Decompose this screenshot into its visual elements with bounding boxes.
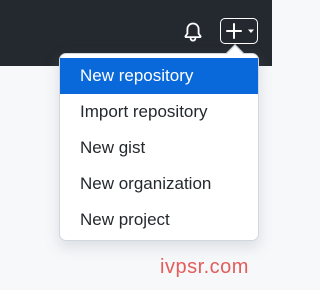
create-menu-list: New repository Import repository New gis…	[60, 58, 258, 238]
plus-icon	[226, 23, 242, 39]
watermark-text: ivpsr.com	[160, 256, 249, 278]
menu-item-new-gist[interactable]: New gist	[60, 130, 258, 166]
dropdown-pointer-fill	[227, 46, 243, 54]
create-dropdown-menu: New repository Import repository New gis…	[59, 53, 259, 241]
menu-item-import-repository[interactable]: Import repository	[60, 94, 258, 130]
menu-item-new-project[interactable]: New project	[60, 202, 258, 238]
caret-down-icon	[248, 29, 254, 33]
bell-icon[interactable]	[182, 21, 204, 43]
menu-item-new-repository[interactable]: New repository	[60, 58, 258, 94]
menu-item-new-organization[interactable]: New organization	[60, 166, 258, 202]
create-new-button[interactable]	[220, 18, 258, 44]
